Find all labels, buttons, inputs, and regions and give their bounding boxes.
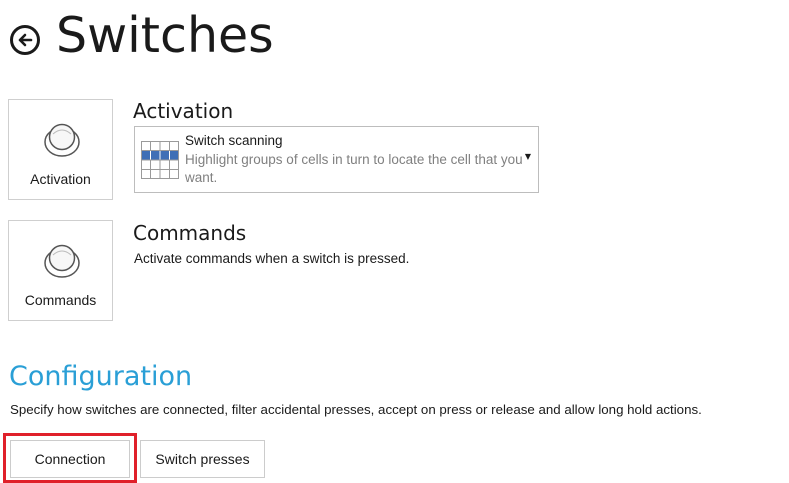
commands-description: Activate commands when a switch is press… xyxy=(134,251,410,266)
configuration-description: Specify how switches are connected, filt… xyxy=(10,402,702,417)
connection-button[interactable]: Connection xyxy=(10,440,130,478)
dropdown-selected-title: Switch scanning xyxy=(185,133,283,148)
configuration-heading: Configuration xyxy=(9,361,193,392)
scanning-grid-icon xyxy=(141,141,179,179)
back-arrow-icon xyxy=(18,33,33,47)
activation-mode-dropdown[interactable]: Switch scanning Highlight groups of cell… xyxy=(134,126,539,193)
commands-tile[interactable]: Commands xyxy=(8,220,113,321)
switch-button-icon xyxy=(44,244,80,278)
back-button[interactable] xyxy=(10,25,40,55)
page-title: Switches xyxy=(56,7,274,64)
commands-heading: Commands xyxy=(133,221,247,245)
dropdown-arrow-icon: ▼ xyxy=(524,152,531,161)
switch-button-icon xyxy=(44,123,80,157)
dropdown-selected-description: Highlight groups of cells in turn to loc… xyxy=(185,152,523,185)
activation-tile[interactable]: Activation xyxy=(8,99,113,200)
activation-tile-label: Activation xyxy=(30,171,91,187)
activation-heading: Activation xyxy=(133,99,234,123)
switch-presses-button[interactable]: Switch presses xyxy=(140,440,265,478)
commands-tile-label: Commands xyxy=(24,292,97,308)
